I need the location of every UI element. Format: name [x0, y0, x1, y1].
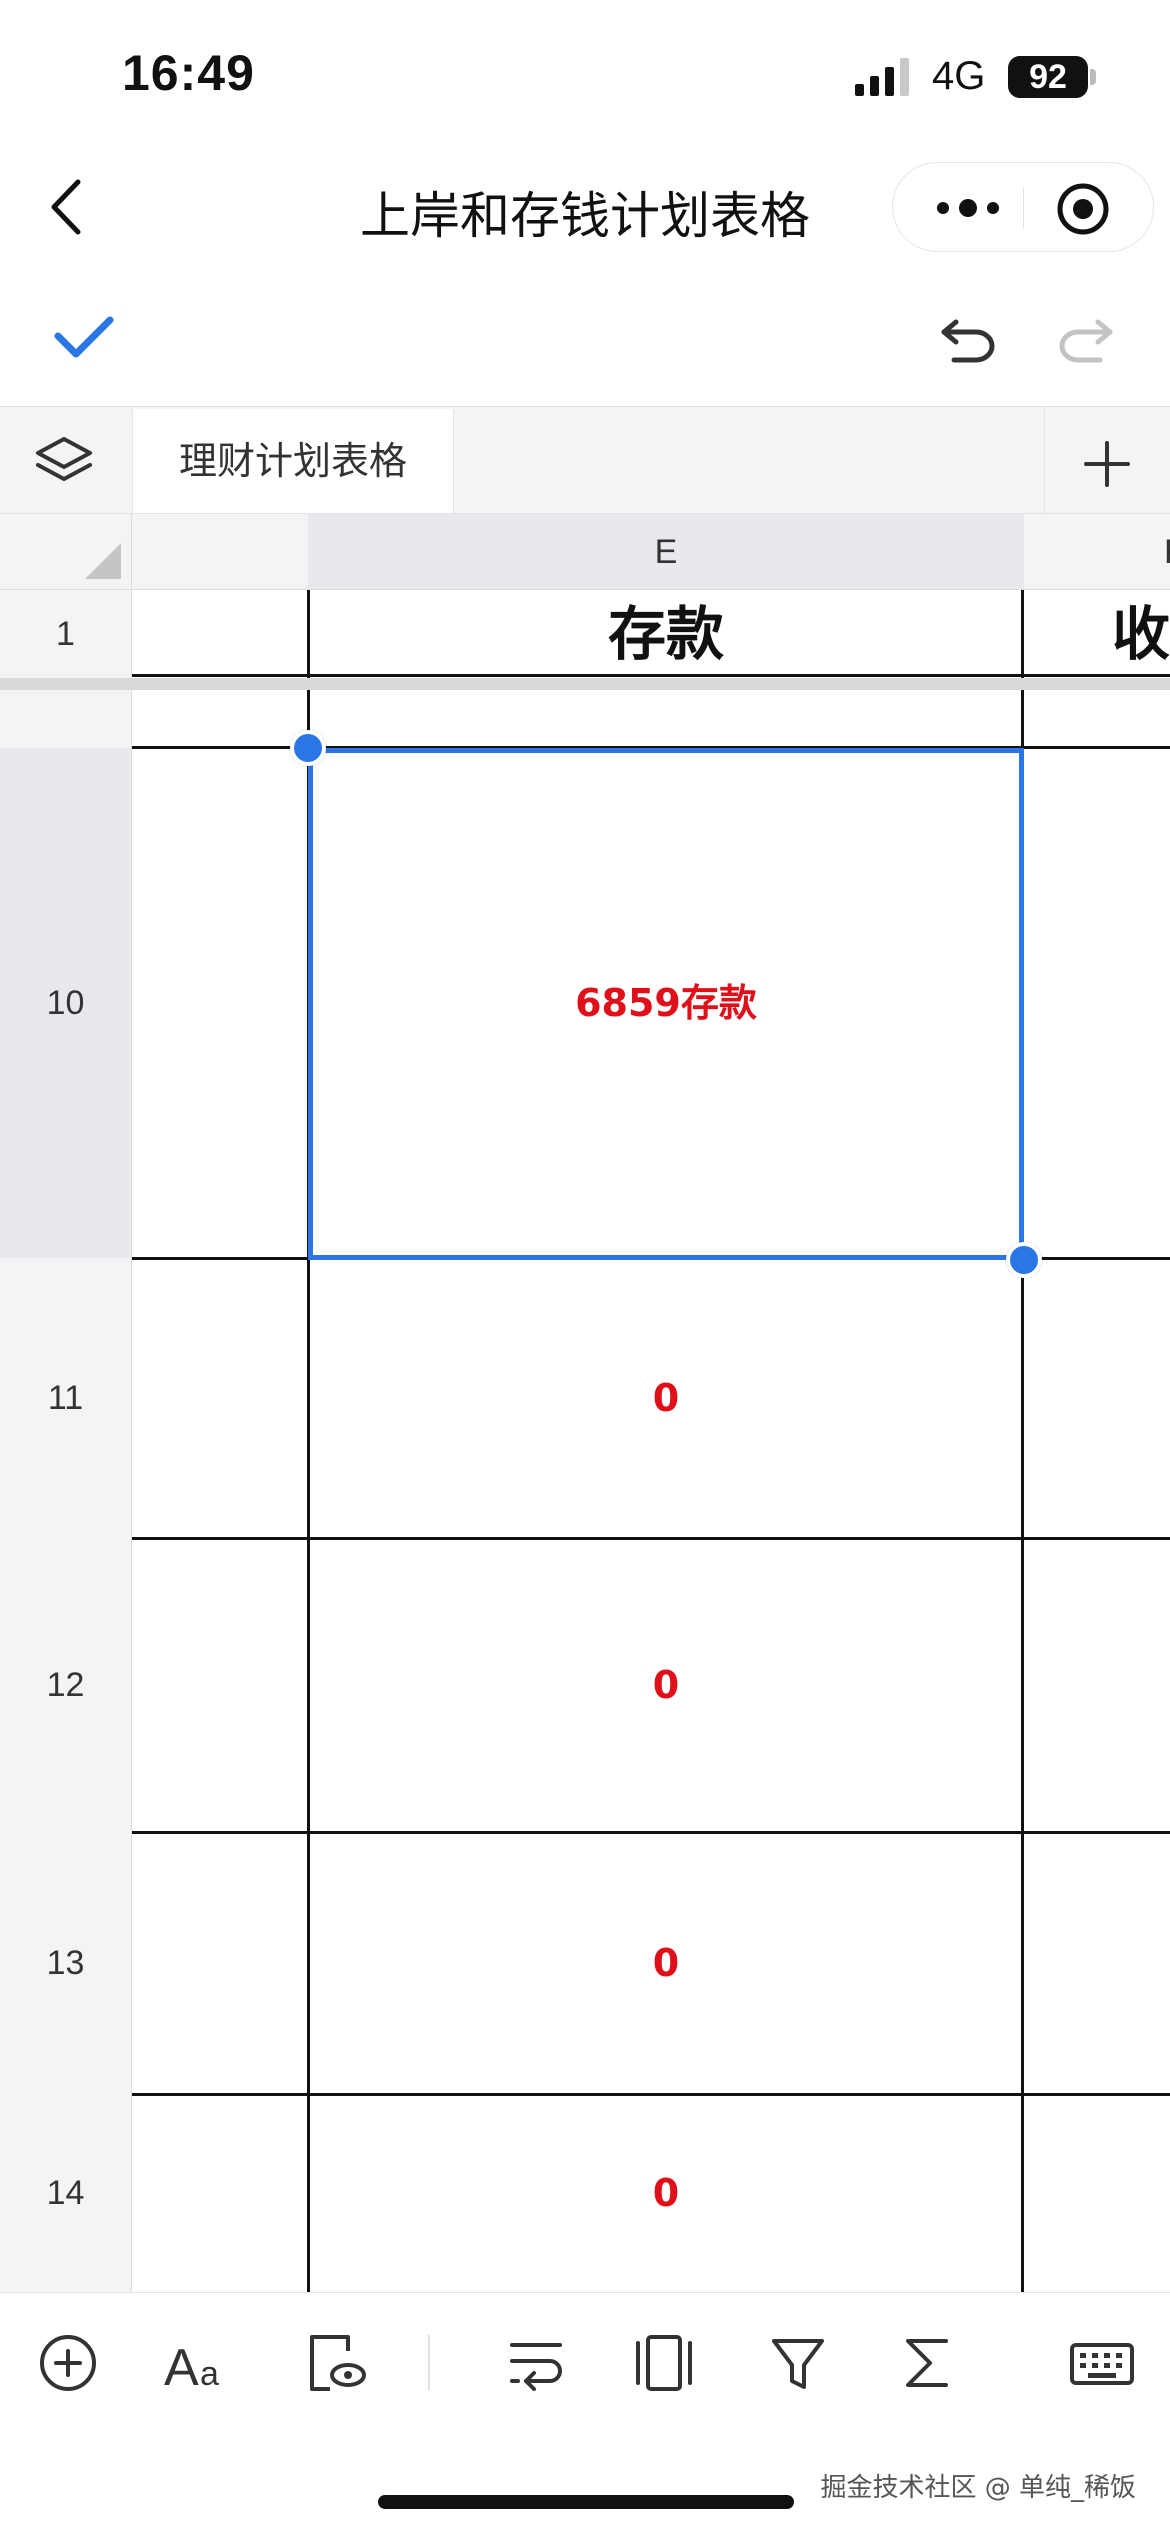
insert-icon[interactable]	[36, 2331, 100, 2395]
column-header-f[interactable]: F	[1024, 514, 1170, 590]
battery-indicator: 92	[1008, 56, 1088, 98]
header-cell-income-partial[interactable]: 收	[1070, 590, 1170, 678]
watermark: 掘金技术社区 @ 单纯_稀饭	[820, 2473, 1136, 2503]
add-sheet-icon[interactable]	[1082, 439, 1132, 489]
filter-icon[interactable]	[766, 2331, 830, 2395]
wrap-text-icon[interactable]	[504, 2331, 568, 2395]
sheet-tab-active[interactable]: 理财计划表格	[132, 409, 454, 513]
column-header-e[interactable]: E	[308, 514, 1024, 590]
undo-icon[interactable]	[940, 312, 996, 364]
battery-nub	[1090, 69, 1096, 85]
spreadsheet-grid: E F 1 存款 收 10 11 12 13 14 6859存款 0 0 0 0	[0, 514, 1170, 2292]
layers-icon[interactable]	[34, 435, 94, 489]
status-time: 16:49	[122, 45, 255, 101]
row-header-14[interactable]: 14	[0, 2094, 132, 2292]
redo-icon[interactable]	[1058, 312, 1114, 364]
keyboard-icon[interactable]	[1066, 2331, 1138, 2395]
text-format-icon[interactable]: A a	[164, 2331, 236, 2395]
capsule-divider	[1023, 187, 1024, 229]
selection-handle-bottom-right[interactable]	[1006, 1242, 1042, 1278]
document-title: 上岸和存钱计划表格	[360, 187, 810, 245]
tabs-separator	[1044, 407, 1045, 513]
cell-e11[interactable]: 0	[310, 1258, 1022, 1538]
network-type: 4G	[932, 54, 986, 98]
cell-e12[interactable]: 0	[310, 1538, 1022, 1832]
grid-line	[132, 674, 1170, 677]
sum-icon[interactable]	[896, 2331, 960, 2395]
select-all-corner[interactable]	[0, 514, 132, 590]
selection-handle-top-left[interactable]	[290, 730, 326, 766]
back-arrow-icon[interactable]	[44, 172, 88, 242]
sheet-tabs-bar: 理财计划表格	[0, 406, 1170, 514]
cellular-signal-icon	[855, 58, 909, 96]
cell-e14[interactable]: 0	[310, 2094, 1022, 2292]
row-header-11[interactable]: 11	[0, 1258, 132, 1538]
grid-line	[307, 590, 310, 678]
cell-selection-box	[308, 748, 1024, 1260]
toolbar-separator	[428, 2335, 430, 2391]
column-header-d[interactable]	[132, 514, 308, 590]
cell-view-icon[interactable]	[304, 2331, 368, 2395]
row-header-12[interactable]: 12	[0, 1538, 132, 1832]
row-header-1[interactable]: 1	[0, 590, 132, 678]
frozen-row-divider	[0, 678, 1170, 690]
corner-triangle	[85, 543, 121, 579]
grid-line	[1021, 590, 1024, 678]
svg-text:A: A	[164, 2339, 199, 2395]
cell-e13[interactable]: 0	[310, 1832, 1022, 2094]
close-mini-program-icon[interactable]	[1055, 181, 1111, 237]
more-options-icon[interactable]	[933, 185, 1003, 231]
freeze-icon[interactable]	[632, 2331, 696, 2395]
mini-program-capsule	[892, 162, 1154, 252]
row-header-13[interactable]: 13	[0, 1832, 132, 2094]
bottom-toolbar: A a 掘金技术社区 @ 单纯_稀饭	[0, 2292, 1170, 2532]
home-indicator[interactable]	[378, 2495, 794, 2509]
row-header-10[interactable]: 10	[0, 748, 132, 1258]
header-cell-deposit[interactable]: 存款	[310, 590, 1022, 678]
status-bar: 16:49 4G 92	[0, 0, 1170, 140]
confirm-check-icon[interactable]	[52, 312, 116, 362]
svg-text:a: a	[200, 2355, 219, 2393]
